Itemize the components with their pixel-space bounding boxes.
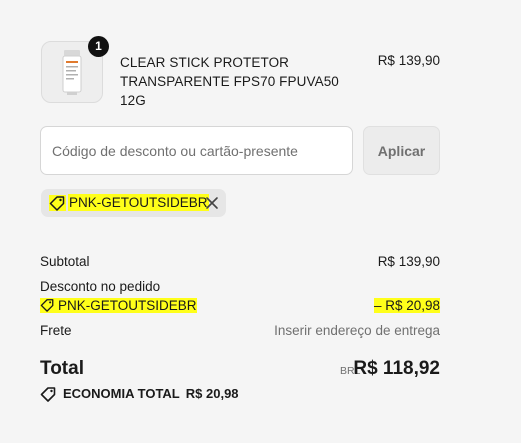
apply-button[interactable]: Aplicar bbox=[363, 126, 440, 175]
applied-discount-code: PNK-GETOUTSIDEBR bbox=[68, 194, 209, 211]
product-title: CLEAR STICK PROTETOR TRANSPARENTE FPS70 … bbox=[120, 55, 339, 108]
savings-value: R$ 20,98 bbox=[185, 386, 239, 401]
total-value: R$ 118,92 bbox=[353, 358, 440, 379]
order-discount-label: Desconto no pedido bbox=[40, 279, 161, 294]
tag-icon bbox=[49, 195, 66, 211]
savings-label: ECONOMIA TOTAL bbox=[63, 386, 180, 401]
tag-icon bbox=[40, 387, 56, 402]
total-label: Total bbox=[40, 358, 84, 379]
order-summary-panel: 1 CLEAR STICK PROTETOR TRANSPARENTE FPS7… bbox=[0, 0, 521, 443]
shipping-label: Frete bbox=[40, 323, 72, 338]
product-price: R$ 139,90 bbox=[377, 53, 440, 68]
tag-icon bbox=[40, 299, 54, 312]
order-discount-code-line: PNK-GETOUTSIDEBR bbox=[40, 298, 197, 313]
quantity-badge: 1 bbox=[88, 36, 109, 57]
shipping-value: Inserir endereço de entrega bbox=[274, 323, 440, 338]
order-discount-code: PNK-GETOUTSIDEBR bbox=[58, 298, 197, 313]
subtotal-label: Subtotal bbox=[40, 254, 90, 269]
discount-code-input[interactable] bbox=[40, 126, 353, 175]
order-discount-amount: – R$ 20,98 bbox=[373, 298, 440, 313]
remove-discount-icon[interactable] bbox=[205, 196, 219, 210]
applied-discount-chip: PNK-GETOUTSIDEBR bbox=[41, 189, 226, 217]
product-tube-icon bbox=[62, 50, 82, 95]
subtotal-value: R$ 139,90 bbox=[377, 254, 440, 269]
order-discount-value: – R$ 20,98 bbox=[373, 298, 440, 313]
total-savings: ECONOMIA TOTAL R$ 20,98 bbox=[40, 386, 239, 402]
